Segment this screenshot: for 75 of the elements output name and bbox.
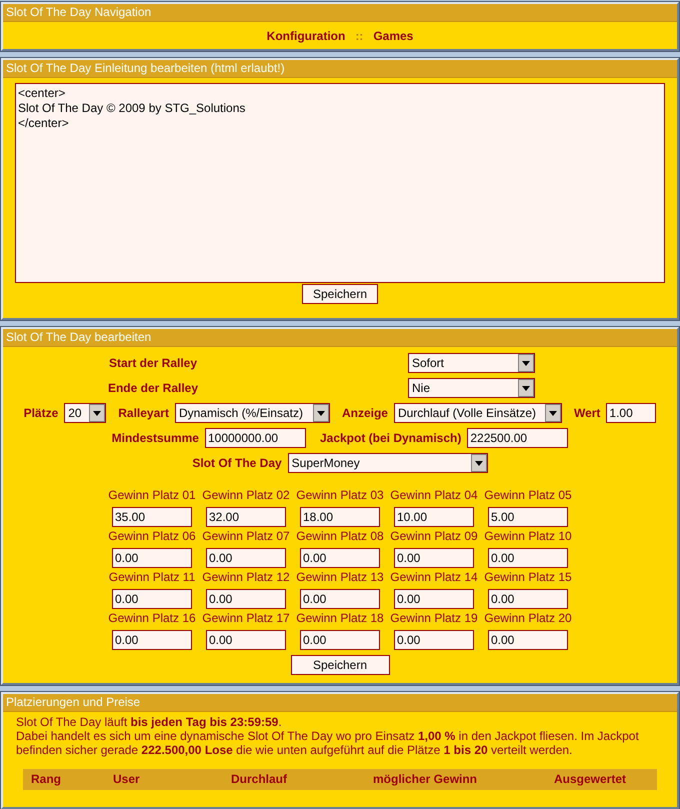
panel-title: Slot Of The Day Einleitung bearbeiten (html erlaubt!) xyxy=(3,60,677,78)
intro-text-area[interactable]: <center> Slot Of The Day © 2009 by STG_Solutions </center> xyxy=(15,83,665,283)
dropdown[interactable]: 20 xyxy=(64,403,106,423)
prize-label: Gewinn Platz 08 xyxy=(296,529,384,543)
panel-title: Slot Of The Day bearbeiten xyxy=(3,329,677,347)
panel-title: Slot Of The Day Navigation xyxy=(3,4,677,22)
column-header: möglicher Gewinn xyxy=(373,772,478,786)
nav-link[interactable]: Konfiguration xyxy=(266,29,346,43)
prize-input[interactable]: 0.00 xyxy=(112,630,192,650)
prize-input[interactable]: 0.00 xyxy=(112,548,192,568)
prize-input[interactable]: 32.00 xyxy=(206,507,286,527)
prize-input[interactable]: 0.00 xyxy=(488,548,568,568)
dropdown[interactable]: Durchlauf (Volle Einsätze) xyxy=(394,403,562,423)
prize-label: Gewinn Platz 01 xyxy=(108,488,196,502)
prize-label: Gewinn Platz 16 xyxy=(108,611,196,625)
prize-input[interactable]: 5.00 xyxy=(488,507,568,527)
column-header: User xyxy=(113,772,141,786)
prize-input[interactable]: 0.00 xyxy=(300,548,380,568)
field-label: Mindestsumme xyxy=(112,431,199,445)
prize-input[interactable]: 0.00 xyxy=(394,548,474,568)
save-button[interactable]: Speichern xyxy=(290,655,390,675)
save-button[interactable]: Speichern xyxy=(302,284,378,304)
prize-label: Gewinn Platz 03 xyxy=(296,488,384,502)
prize-label: Gewinn Platz 04 xyxy=(390,488,478,502)
prize-input[interactable]: 0.00 xyxy=(394,589,474,609)
prize-input[interactable]: 10.00 xyxy=(394,507,474,527)
prize-input[interactable]: 18.00 xyxy=(300,507,380,527)
info-text: Dabei handelt es sich um eine dynamische Slot Of The Day wo pro Einsatz 1,00 % in den Jackpot fliesen. Im Jackpot befinden sicher gerade 222.500,00 Lose die wie unten aufgeführt auf die Plätze 1 bis 20 verteilt werden. xyxy=(15,729,640,757)
prize-input[interactable]: 0.00 xyxy=(300,589,380,609)
prize-label: Gewinn Platz 02 xyxy=(202,488,290,502)
input-field[interactable]: 1.00 xyxy=(606,403,656,423)
prize-input[interactable]: 0.00 xyxy=(206,548,286,568)
prize-label: Gewinn Platz 07 xyxy=(202,529,290,543)
prize-label: Gewinn Platz 14 xyxy=(390,570,478,584)
prize-label: Gewinn Platz 05 xyxy=(484,488,572,502)
column-header: Durchlauf xyxy=(231,772,288,786)
field-label: Anzeige xyxy=(342,406,388,420)
prize-input[interactable]: 0.00 xyxy=(488,630,568,650)
slot-dropdown[interactable]: SuperMoney xyxy=(288,453,488,473)
column-header: Rang xyxy=(31,772,62,786)
field-label: Jackpot (bei Dynamisch) xyxy=(320,431,462,445)
field-label: Wert xyxy=(574,406,600,420)
info-text: Slot Of The Day läuft bis jeden Tag bis 23:59:59. xyxy=(15,715,283,729)
field-label: Start der Ralley xyxy=(108,356,198,370)
prize-label: Gewinn Platz 15 xyxy=(484,570,572,584)
prize-input[interactable]: 0.00 xyxy=(112,589,192,609)
start-dropdown[interactable]: Sofort xyxy=(408,353,535,373)
prize-label: Gewinn Platz 17 xyxy=(202,611,290,625)
prize-label: Gewinn Platz 13 xyxy=(296,570,384,584)
input-field[interactable]: 222500.00 xyxy=(467,428,568,448)
field-label: Plätze xyxy=(24,406,58,420)
dropdown[interactable]: Dynamisch (%/Einsatz) xyxy=(174,403,330,423)
prize-input[interactable]: 35.00 xyxy=(112,507,192,527)
prize-input[interactable]: 0.00 xyxy=(300,630,380,650)
prize-label: Gewinn Platz 19 xyxy=(390,611,478,625)
prize-input[interactable]: 0.00 xyxy=(394,630,474,650)
prize-input[interactable]: 0.00 xyxy=(206,630,286,650)
field-label: Slot Of The Day xyxy=(192,456,282,470)
panel-title: Platzierungen und Preise xyxy=(3,694,677,712)
input-field[interactable]: 10000000.00 xyxy=(204,428,306,448)
field-label: Ralleyart xyxy=(118,406,169,420)
prize-input[interactable]: 0.00 xyxy=(488,589,568,609)
field-label: Ende der Ralley xyxy=(106,381,200,395)
prize-input[interactable]: 0.00 xyxy=(206,589,286,609)
column-header: Ausgewertet xyxy=(554,772,628,786)
prize-label: Gewinn Platz 11 xyxy=(108,570,196,584)
end-dropdown[interactable]: Nie xyxy=(408,378,535,398)
prize-label: Gewinn Platz 20 xyxy=(484,611,572,625)
prize-label: Gewinn Platz 12 xyxy=(202,570,290,584)
nav-link[interactable]: Games xyxy=(373,29,414,43)
prize-label: Gewinn Platz 09 xyxy=(390,529,478,543)
nav-separator: :: xyxy=(355,29,364,43)
prize-label: Gewinn Platz 06 xyxy=(108,529,196,543)
prize-label: Gewinn Platz 18 xyxy=(296,611,384,625)
prize-label: Gewinn Platz 10 xyxy=(484,529,572,543)
